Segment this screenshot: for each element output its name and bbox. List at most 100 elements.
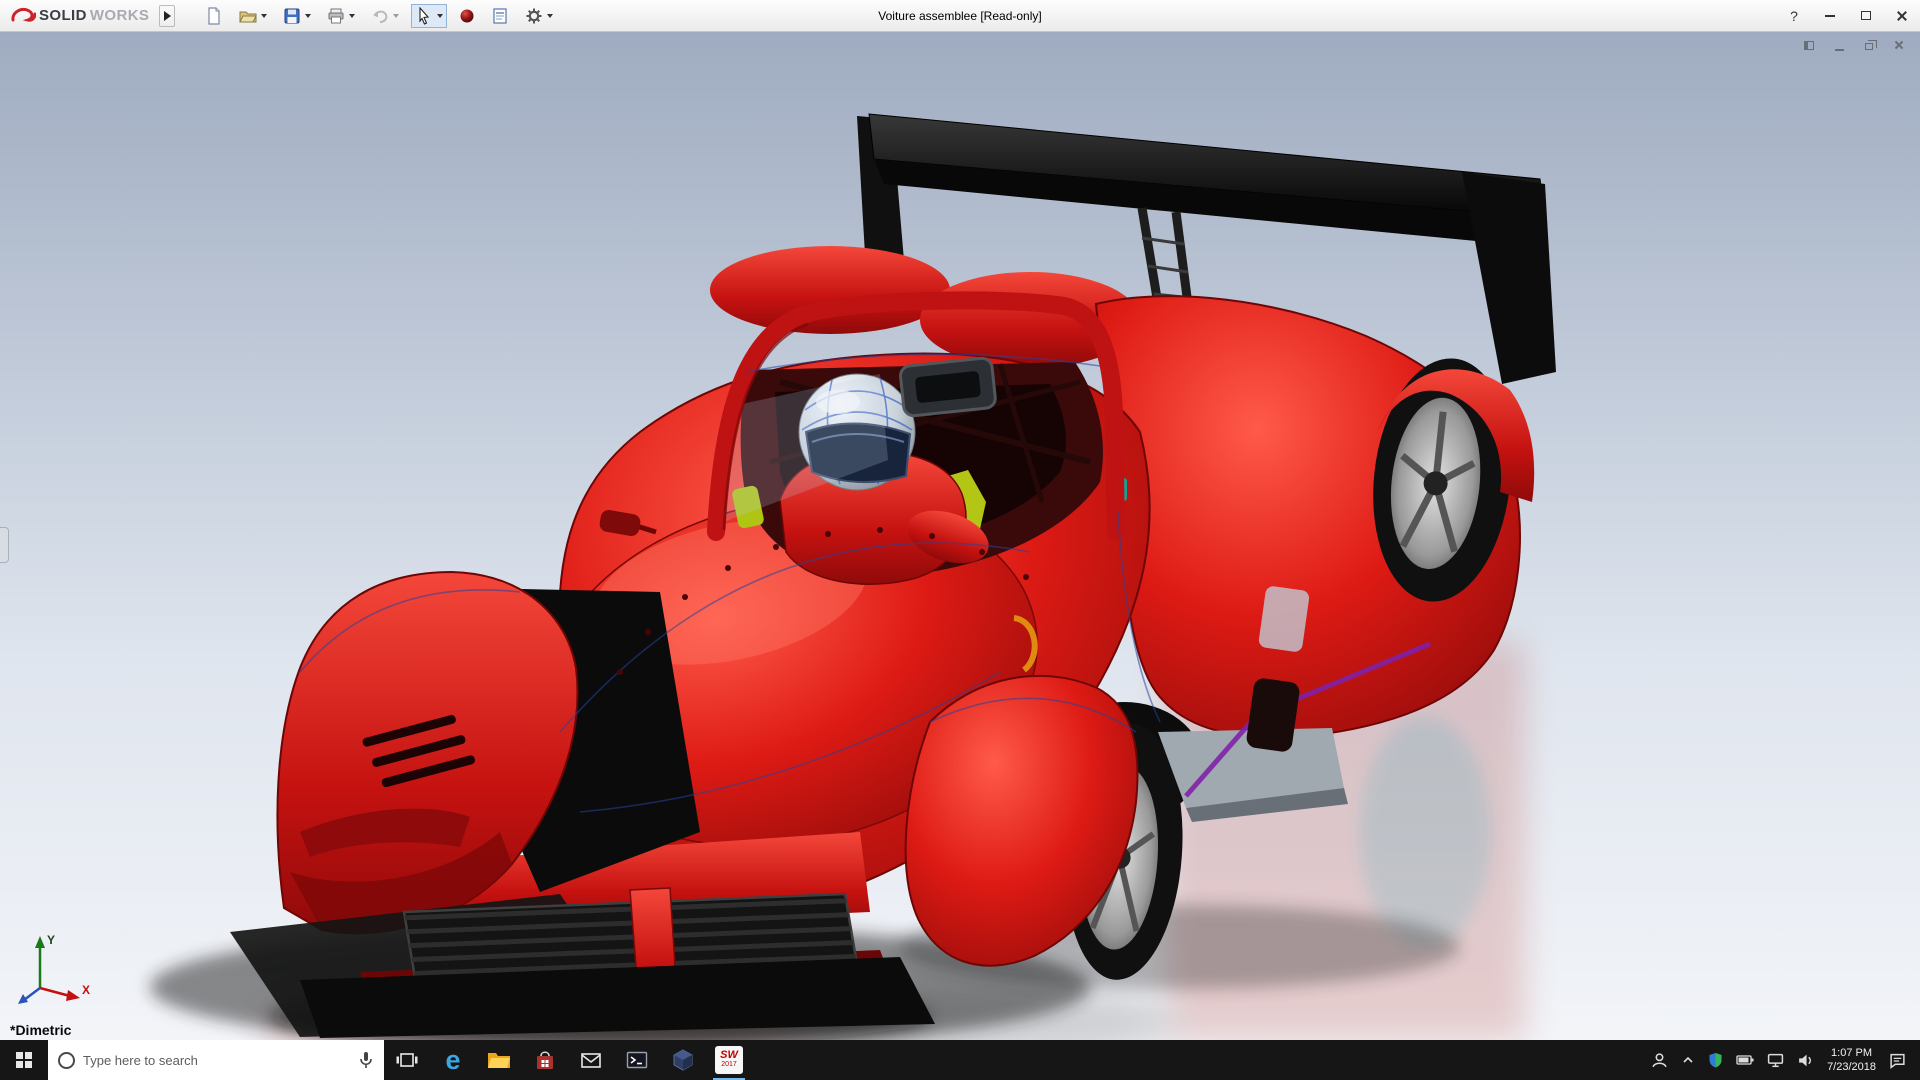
brand-works: WORKS [90, 7, 150, 24]
toolbar-expand-arrow[interactable] [159, 5, 175, 27]
maximize-icon [1861, 11, 1871, 20]
document-window-controls [1800, 38, 1908, 52]
dropdown-arrow-icon [393, 14, 399, 18]
solidworks-app-button[interactable]: SW 2017 [706, 1040, 752, 1080]
z-axis [24, 988, 40, 1000]
system-tray: 1:07 PM 7/23/2018 [1651, 1040, 1920, 1080]
task-view-icon [395, 1048, 419, 1072]
file-explorer-icon [486, 1047, 512, 1073]
doc-pin-button[interactable] [1800, 38, 1818, 52]
mail-button[interactable] [568, 1040, 614, 1080]
select-tool-button[interactable] [411, 4, 447, 28]
help-button[interactable]: ? [1776, 0, 1812, 31]
microphone-icon[interactable] [358, 1051, 374, 1069]
action-center-button[interactable] [1889, 1052, 1906, 1069]
minimize-button[interactable] [1812, 0, 1848, 31]
headrest-fairing [710, 246, 950, 334]
new-doc-icon [205, 7, 223, 25]
show-hidden-icons-button[interactable] [1681, 1053, 1695, 1067]
open-folder-icon [239, 7, 257, 25]
battery-icon [1736, 1054, 1754, 1066]
maximize-button[interactable] [1848, 0, 1884, 31]
terminal-icon [625, 1048, 649, 1072]
mail-icon [579, 1048, 603, 1072]
chevron-up-icon [1681, 1053, 1695, 1067]
solidworks-window: SOLIDWORKS [0, 0, 1920, 1080]
cad-viewer-button[interactable] [660, 1040, 706, 1080]
design-report-button[interactable] [487, 4, 513, 28]
network-button[interactable] [1767, 1053, 1784, 1068]
windows-taskbar: e [0, 1040, 1920, 1080]
speaker-icon [1797, 1053, 1814, 1068]
close-icon [1896, 10, 1908, 22]
right-arrow-icon [164, 11, 171, 21]
windows-logo-icon [16, 1052, 32, 1068]
options-button[interactable] [521, 4, 557, 28]
y-axis-label: Y [47, 933, 55, 947]
battery-button[interactable] [1736, 1054, 1754, 1066]
brand-solid: SOLID [39, 7, 87, 24]
car-model-render[interactable] [0, 32, 1920, 1040]
sphere-icon [459, 8, 475, 24]
taskbar-clock[interactable]: 1:07 PM 7/23/2018 [1827, 1046, 1876, 1075]
terminal-button[interactable] [614, 1040, 660, 1080]
pin-icon [1804, 41, 1814, 50]
ds-logo-icon [10, 6, 36, 26]
sw-year-text: 2017 [721, 1061, 737, 1069]
solidworks-logo: SOLIDWORKS [0, 6, 149, 26]
open-button[interactable] [235, 4, 271, 28]
dropdown-arrow-icon [349, 14, 355, 18]
sw-logo-text: SW [720, 1050, 738, 1061]
select-arrow-icon [415, 7, 433, 25]
clock-date: 7/23/2018 [1827, 1060, 1876, 1074]
edge-button[interactable]: e [430, 1040, 476, 1080]
dropdown-arrow-icon [305, 14, 311, 18]
report-icon [491, 7, 509, 25]
new-document-button[interactable] [201, 4, 227, 28]
window-controls: ? [1776, 0, 1920, 31]
doc-restore-button[interactable] [1860, 38, 1878, 52]
doc-minimize-button[interactable] [1830, 38, 1848, 52]
feature-tree-handle[interactable] [0, 527, 9, 563]
clock-time: 1:07 PM [1827, 1046, 1876, 1060]
main-toolbar [201, 4, 557, 28]
dropdown-arrow-icon [547, 14, 553, 18]
file-explorer-button[interactable] [476, 1040, 522, 1080]
gear-icon [525, 7, 543, 25]
print-icon [327, 7, 345, 25]
cube-app-icon [671, 1048, 695, 1072]
people-button[interactable] [1651, 1052, 1668, 1069]
search-input[interactable] [83, 1053, 350, 1068]
minimize-icon [1835, 49, 1844, 51]
titlebar: SOLIDWORKS [0, 0, 1920, 32]
x-axis-arrow [66, 990, 80, 1001]
minimize-icon [1825, 15, 1835, 17]
close-icon [1894, 40, 1904, 50]
solidworks-icon: SW 2017 [715, 1046, 743, 1074]
orientation-triad: Y X [14, 928, 98, 1012]
volume-button[interactable] [1797, 1053, 1814, 1068]
doc-close-button[interactable] [1890, 38, 1908, 52]
y-axis-arrow [35, 936, 45, 948]
dropdown-arrow-icon [437, 14, 443, 18]
mirror-pod [900, 357, 997, 416]
taskbar-apps: e [384, 1040, 752, 1080]
defender-button[interactable] [1708, 1052, 1723, 1068]
restore-icon [1865, 43, 1873, 50]
people-icon [1651, 1052, 1668, 1069]
close-button[interactable] [1884, 0, 1920, 31]
view-orientation-label: *Dimetric [10, 1022, 71, 1038]
print-button[interactable] [323, 4, 359, 28]
shield-icon [1708, 1052, 1723, 1068]
task-view-button[interactable] [384, 1040, 430, 1080]
start-button[interactable] [0, 1040, 48, 1080]
taskbar-search[interactable] [48, 1040, 384, 1080]
graphics-area[interactable]: Y X *Dimetric [0, 32, 1920, 1040]
save-icon [283, 7, 301, 25]
view-sphere-button[interactable] [455, 5, 479, 27]
store-button[interactable] [522, 1040, 568, 1080]
save-button[interactable] [279, 4, 315, 28]
undo-button[interactable] [367, 4, 403, 28]
store-icon [533, 1048, 557, 1072]
network-icon [1767, 1053, 1784, 1068]
